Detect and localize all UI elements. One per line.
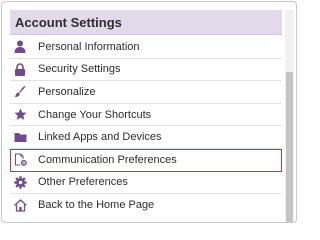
lock-icon: [13, 62, 27, 76]
menu-item-label: Change Your Shortcuts: [38, 108, 152, 121]
menu-item-label: Personalize: [38, 85, 96, 98]
menu-item-label: Security Settings: [38, 63, 121, 76]
scrollbar-thumb[interactable]: [286, 72, 293, 222]
menu-item-linked-apps-and-devices[interactable]: Linked Apps and Devices: [10, 126, 282, 149]
menu-item-communication-preferences[interactable]: Communication Preferences: [10, 148, 282, 172]
scrollbar[interactable]: [285, 10, 294, 222]
panel-header: Account Settings: [10, 10, 282, 35]
menu-item-personal-information[interactable]: Personal Information: [10, 36, 282, 59]
home-icon: [13, 198, 27, 212]
person-icon: [13, 40, 27, 54]
menu-item-change-your-shortcuts[interactable]: Change Your Shortcuts: [10, 104, 282, 127]
menu-item-other-preferences[interactable]: Other Preferences: [10, 172, 282, 195]
document-gear-icon: [13, 153, 27, 167]
menu-item-back-to-home-page[interactable]: Back to the Home Page: [10, 194, 282, 217]
menu-item-label: Communication Preferences: [38, 153, 177, 166]
gear-icon: [13, 175, 27, 189]
menu-item-personalize[interactable]: Personalize: [10, 81, 282, 104]
panel-title: Account Settings: [15, 15, 122, 30]
folder-icon: [13, 130, 27, 144]
menu-item-security-settings[interactable]: Security Settings: [10, 59, 282, 82]
account-settings-panel: Account Settings Personal Information Se…: [1, 1, 297, 223]
brush-icon: [13, 85, 27, 99]
menu-item-label: Personal Information: [38, 40, 140, 53]
star-icon: [13, 108, 27, 122]
menu-item-label: Other Preferences: [38, 176, 128, 189]
settings-menu: Personal Information Security Settings P…: [10, 36, 282, 217]
menu-item-label: Linked Apps and Devices: [38, 131, 162, 144]
menu-item-label: Back to the Home Page: [38, 199, 155, 212]
